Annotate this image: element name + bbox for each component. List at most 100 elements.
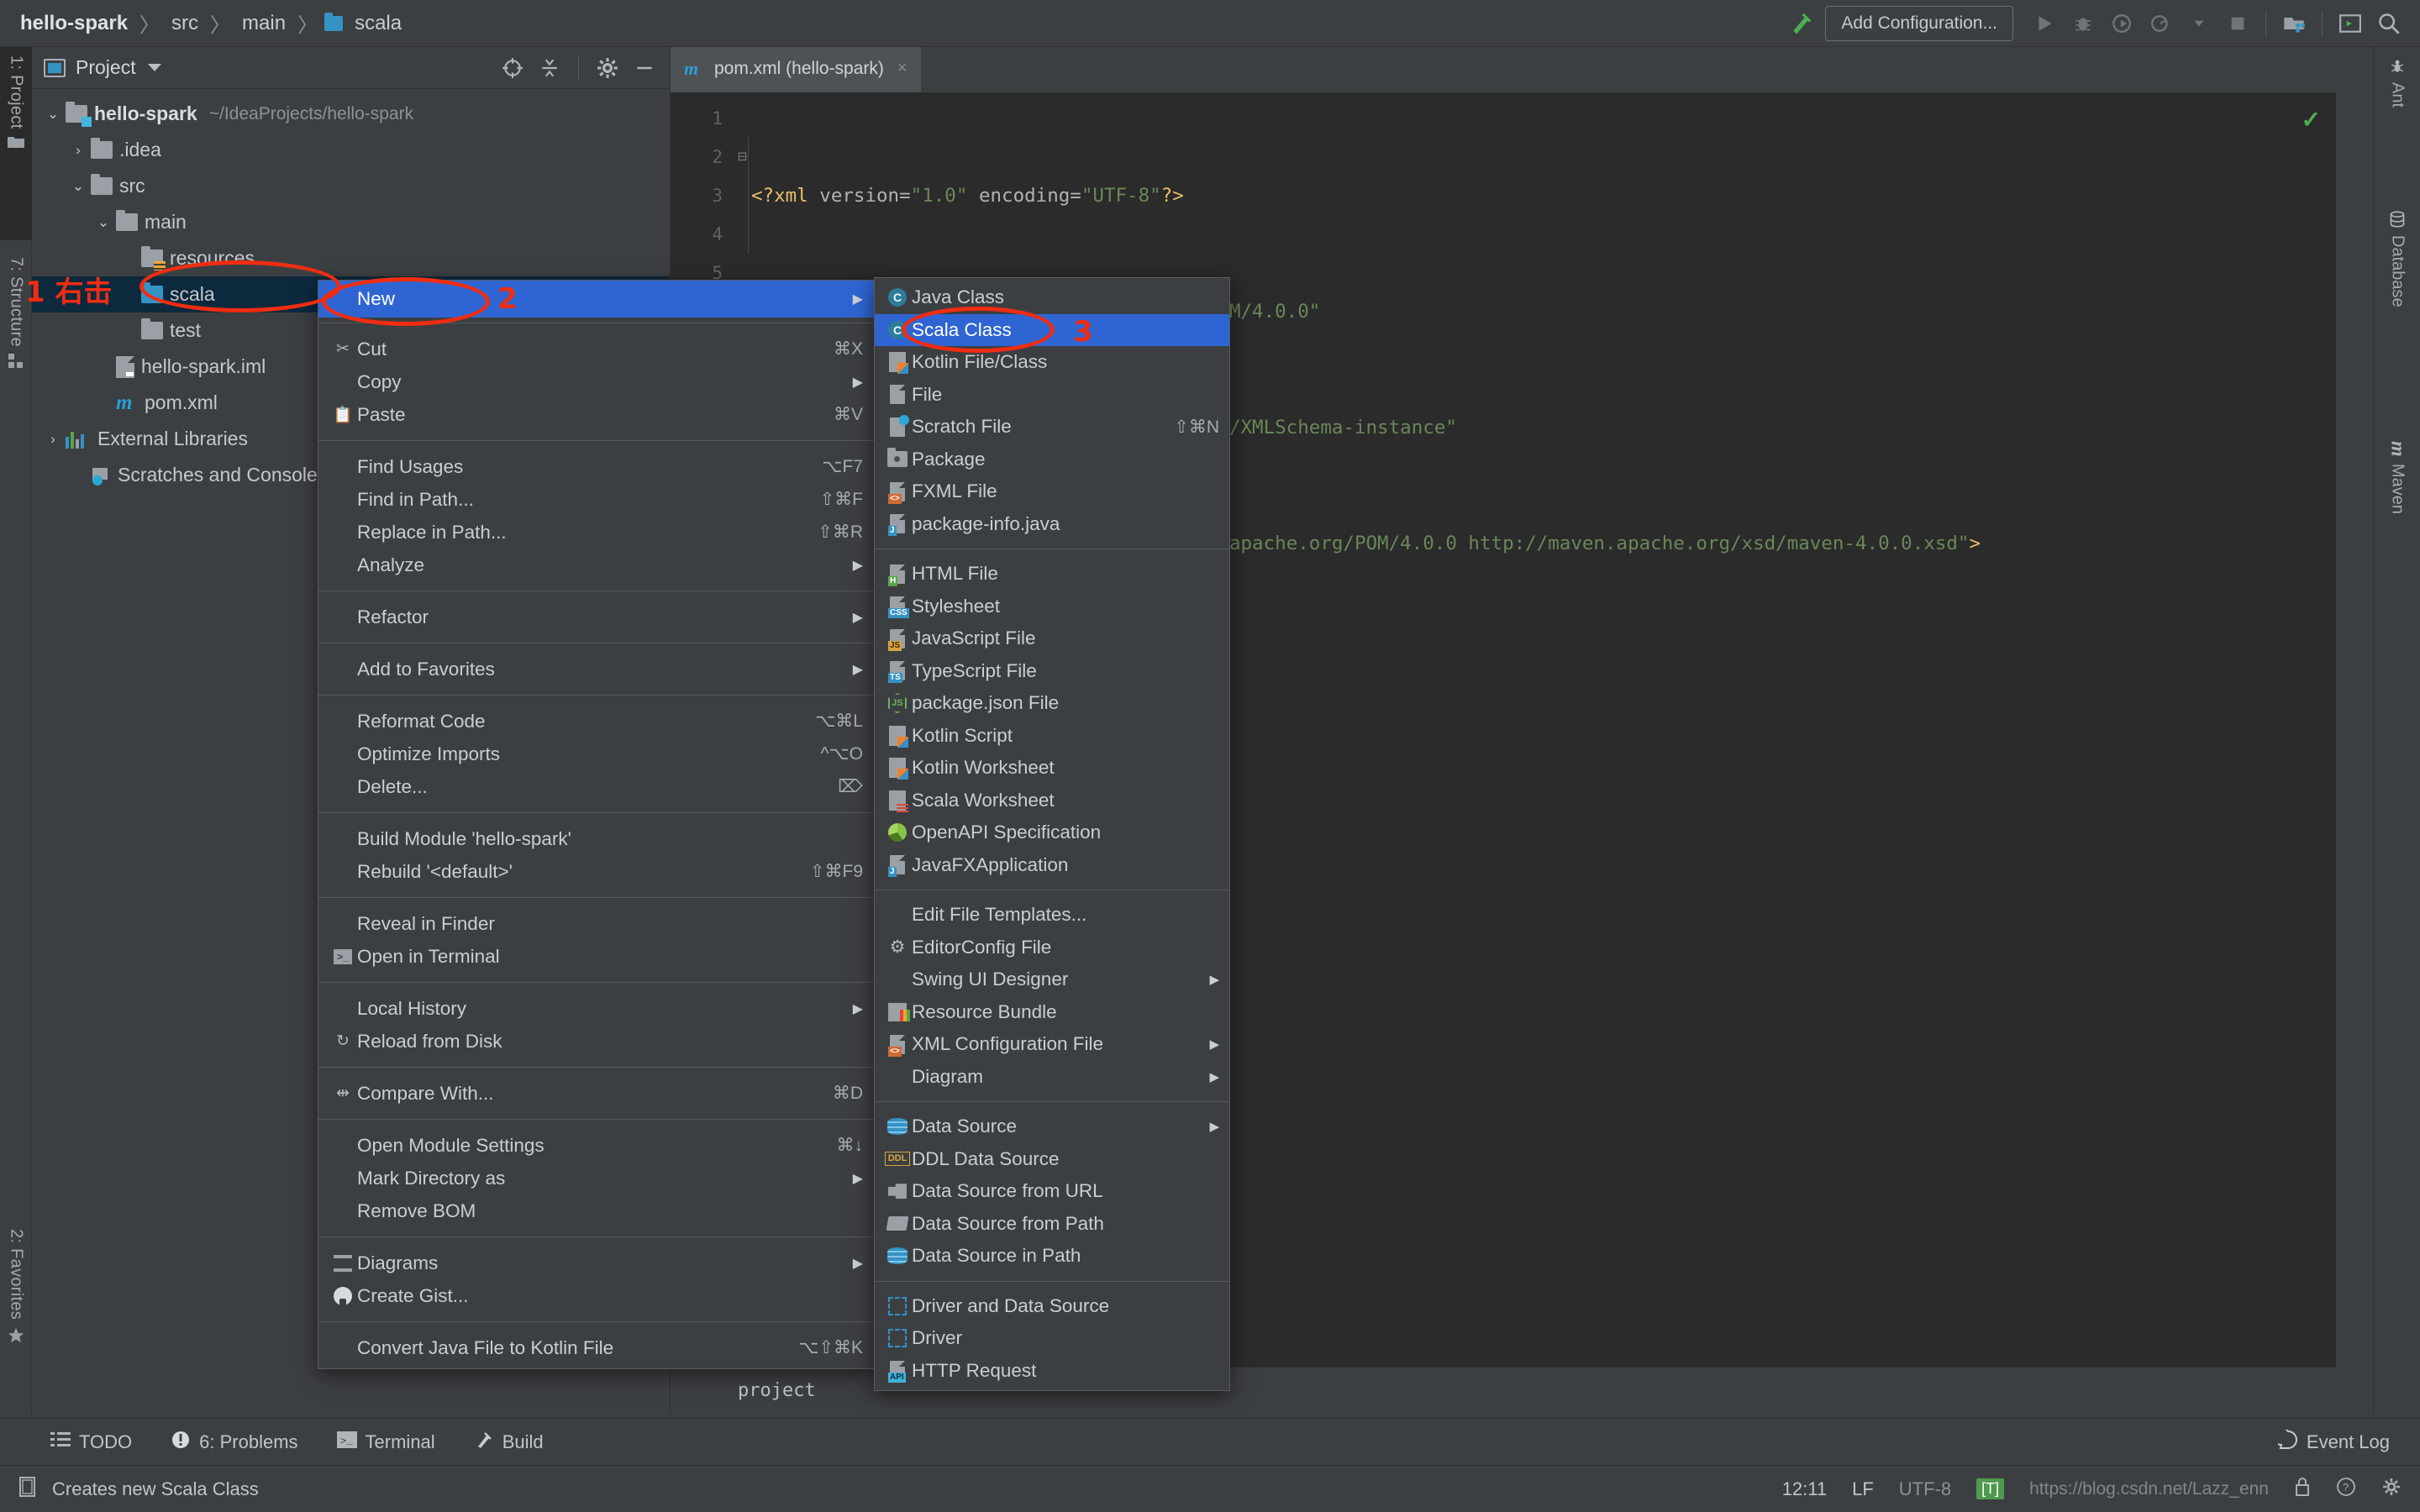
tree-row-hello-spark[interactable]: ⌄ hello-spark ~/IdeaProjects/hello-spark: [32, 96, 670, 132]
sidebar-item-project[interactable]: 1: Project: [0, 47, 32, 240]
submenu-item-xml-configuration-file[interactable]: <> XML Configuration File ▶: [875, 1028, 1229, 1061]
hide-panel-icon[interactable]: [628, 51, 661, 85]
sync-project-icon[interactable]: [2275, 4, 2313, 43]
submenu-item-openapi-specification[interactable]: OpenAPI Specification: [875, 816, 1229, 849]
menu-item-add-to-favorites[interactable]: Add to Favorites ▶: [318, 653, 875, 685]
submenu-item-data-source-from-url[interactable]: Data Source from URL: [875, 1175, 1229, 1208]
tree-row-resources[interactable]: resources: [32, 240, 670, 276]
menu-item-new[interactable]: New ▶: [318, 281, 875, 318]
memory-icon[interactable]: [18, 1476, 39, 1503]
breadcrumb-item-src[interactable]: src: [166, 12, 203, 35]
status-encoding[interactable]: UTF-8: [1899, 1478, 1951, 1500]
menu-item-open-module-settings[interactable]: Open Module Settings ⌘↓: [318, 1129, 875, 1162]
menu-item-refactor[interactable]: Refactor ▶: [318, 601, 875, 633]
submenu-item-diagram[interactable]: Diagram ▶: [875, 1061, 1229, 1094]
close-icon[interactable]: ×: [897, 59, 908, 78]
breadcrumb-item-project[interactable]: hello-spark: [15, 12, 133, 35]
submenu-item-driver-and-data-source[interactable]: Driver and Data Source: [875, 1290, 1229, 1323]
breadcrumb-item-scala[interactable]: scala: [350, 12, 407, 35]
submenu-item-package-info[interactable]: J package-info.java: [875, 508, 1229, 541]
search-everywhere-icon[interactable]: [2370, 4, 2408, 43]
editor-breadcrumb-project[interactable]: project: [738, 1372, 816, 1410]
submenu-item-fxml-file[interactable]: <> FXML File: [875, 475, 1229, 508]
menu-item-open-in-terminal[interactable]: >_ Open in Terminal: [318, 940, 875, 973]
stop-icon[interactable]: [2218, 4, 2257, 43]
submenu-item-data-source[interactable]: Data Source ▶: [875, 1110, 1229, 1143]
terminal-panel-icon[interactable]: [2331, 4, 2370, 43]
submenu-item-package-json-file[interactable]: JS package.json File: [875, 687, 1229, 720]
run-icon[interactable]: [2025, 4, 2064, 43]
submenu-item-data-source-from-path[interactable]: Data Source from Path: [875, 1208, 1229, 1241]
menu-item-find-usages[interactable]: Find Usages ⌥F7: [318, 450, 875, 483]
submenu-item-javafx-application[interactable]: J JavaFXApplication: [875, 849, 1229, 882]
menu-item-compare-with[interactable]: ⇹ Compare With... ⌘D: [318, 1077, 875, 1110]
menu-item-convert-java-to-kotlin[interactable]: Convert Java File to Kotlin File ⌥⇧⌘K: [318, 1331, 875, 1364]
tree-row-main[interactable]: ⌄ main: [32, 204, 670, 240]
locate-icon[interactable]: [496, 51, 529, 85]
menu-item-local-history[interactable]: Local History ▶: [318, 992, 875, 1025]
menu-item-remove-bom[interactable]: Remove BOM: [318, 1194, 875, 1227]
tool-window-terminal[interactable]: >_ Terminal: [336, 1431, 435, 1453]
chevron-expanded-icon[interactable]: ⌄: [40, 106, 66, 123]
submenu-item-edit-file-templates[interactable]: Edit File Templates...: [875, 899, 1229, 932]
collapse-all-icon[interactable]: [533, 51, 566, 85]
menu-item-optimize-imports[interactable]: Optimize Imports ^⌥O: [318, 738, 875, 770]
tool-window-build[interactable]: Build: [474, 1430, 544, 1455]
menu-item-find-in-path[interactable]: Find in Path... ⇧⌘F: [318, 483, 875, 516]
menu-item-delete[interactable]: Delete... ⌦: [318, 770, 875, 803]
submenu-item-resource-bundle[interactable]: Resource Bundle: [875, 996, 1229, 1029]
tool-window-event-log[interactable]: Event Log: [2271, 1426, 2420, 1455]
settings-gear-icon[interactable]: [591, 51, 624, 85]
sidebar-item-ant[interactable]: Ant: [2374, 47, 2420, 181]
lock-icon[interactable]: [2294, 1477, 2311, 1502]
menu-item-replace-in-path[interactable]: Replace in Path... ⇧⌘R: [318, 516, 875, 549]
chevron-down-icon[interactable]: [2180, 4, 2218, 43]
menu-item-mark-directory-as[interactable]: Mark Directory as ▶: [318, 1162, 875, 1194]
submenu-item-stylesheet[interactable]: CSS Stylesheet: [875, 591, 1229, 623]
add-configuration-button[interactable]: Add Configuration...: [1825, 5, 2013, 41]
submenu-item-java-class[interactable]: C Java Class: [875, 281, 1229, 314]
menu-item-build-module[interactable]: Build Module 'hello-spark': [318, 822, 875, 855]
gear-icon[interactable]: [2381, 1477, 2402, 1502]
editor-tab-pom-xml[interactable]: m pom.xml (hello-spark) ×: [671, 47, 921, 92]
submenu-item-file[interactable]: File: [875, 379, 1229, 412]
submenu-item-html-file[interactable]: H HTML File: [875, 558, 1229, 591]
menu-item-reveal-in-finder[interactable]: Reveal in Finder: [318, 907, 875, 940]
submenu-item-editorconfig-file[interactable]: ⚙ EditorConfig File: [875, 932, 1229, 964]
submenu-item-driver[interactable]: Driver: [875, 1322, 1229, 1355]
tree-row-src[interactable]: ⌄ src: [32, 168, 670, 204]
menu-item-reload-from-disk[interactable]: ↻ Reload from Disk: [318, 1025, 875, 1058]
tool-window-problems[interactable]: 6: Problems: [171, 1430, 298, 1455]
build-hammer-icon[interactable]: [1781, 4, 1820, 43]
inspection-status-icon[interactable]: ✓: [2302, 106, 2321, 134]
menu-item-rebuild[interactable]: Rebuild '<default>' ⇧⌘F9: [318, 855, 875, 888]
breadcrumb-item-main[interactable]: main: [237, 12, 291, 35]
help-icon[interactable]: ?: [2336, 1477, 2356, 1502]
submenu-item-javascript-file[interactable]: JS JavaScript File: [875, 622, 1229, 655]
menu-item-cut[interactable]: ✂ Cut ⌘X: [318, 333, 875, 365]
submenu-item-data-source-in-path[interactable]: Data Source in Path: [875, 1240, 1229, 1273]
menu-item-create-gist[interactable]: Create Gist...: [318, 1279, 875, 1312]
submenu-item-scala-class[interactable]: C Scala Class: [875, 313, 1229, 346]
submenu-item-package[interactable]: Package: [875, 444, 1229, 476]
submenu-item-scala-worksheet[interactable]: Scala Worksheet: [875, 785, 1229, 817]
menu-item-paste[interactable]: 📋 Paste ⌘V: [318, 398, 875, 431]
code-fold-icon[interactable]: ⊟: [738, 138, 747, 176]
debug-icon[interactable]: [2064, 4, 2102, 43]
run-with-coverage-icon[interactable]: [2102, 4, 2141, 43]
chevron-right-icon[interactable]: ›: [40, 431, 66, 448]
submenu-item-swing-ui-designer[interactable]: Swing UI Designer ▶: [875, 963, 1229, 996]
status-line-separator[interactable]: LF: [1852, 1478, 1874, 1500]
submenu-item-kotlin-file-class[interactable]: Kotlin File/Class: [875, 346, 1229, 379]
menu-item-diagrams[interactable]: Diagrams ▶: [318, 1247, 875, 1279]
menu-item-analyze[interactable]: Analyze ▶: [318, 549, 875, 581]
menu-item-reformat-code[interactable]: Reformat Code ⌥⌘L: [318, 705, 875, 738]
submenu-item-kotlin-worksheet[interactable]: Kotlin Worksheet: [875, 752, 1229, 785]
submenu-item-ddl-data-source[interactable]: DDL DDL Data Source: [875, 1143, 1229, 1176]
chevron-down-icon[interactable]: [147, 64, 161, 71]
tree-row-idea[interactable]: › .idea: [32, 132, 670, 168]
tool-window-todo[interactable]: TODO: [50, 1431, 132, 1454]
chevron-right-icon[interactable]: ›: [66, 142, 91, 159]
chevron-expanded-icon[interactable]: ⌄: [66, 178, 91, 195]
submenu-item-typescript-file[interactable]: TS TypeScript File: [875, 655, 1229, 688]
